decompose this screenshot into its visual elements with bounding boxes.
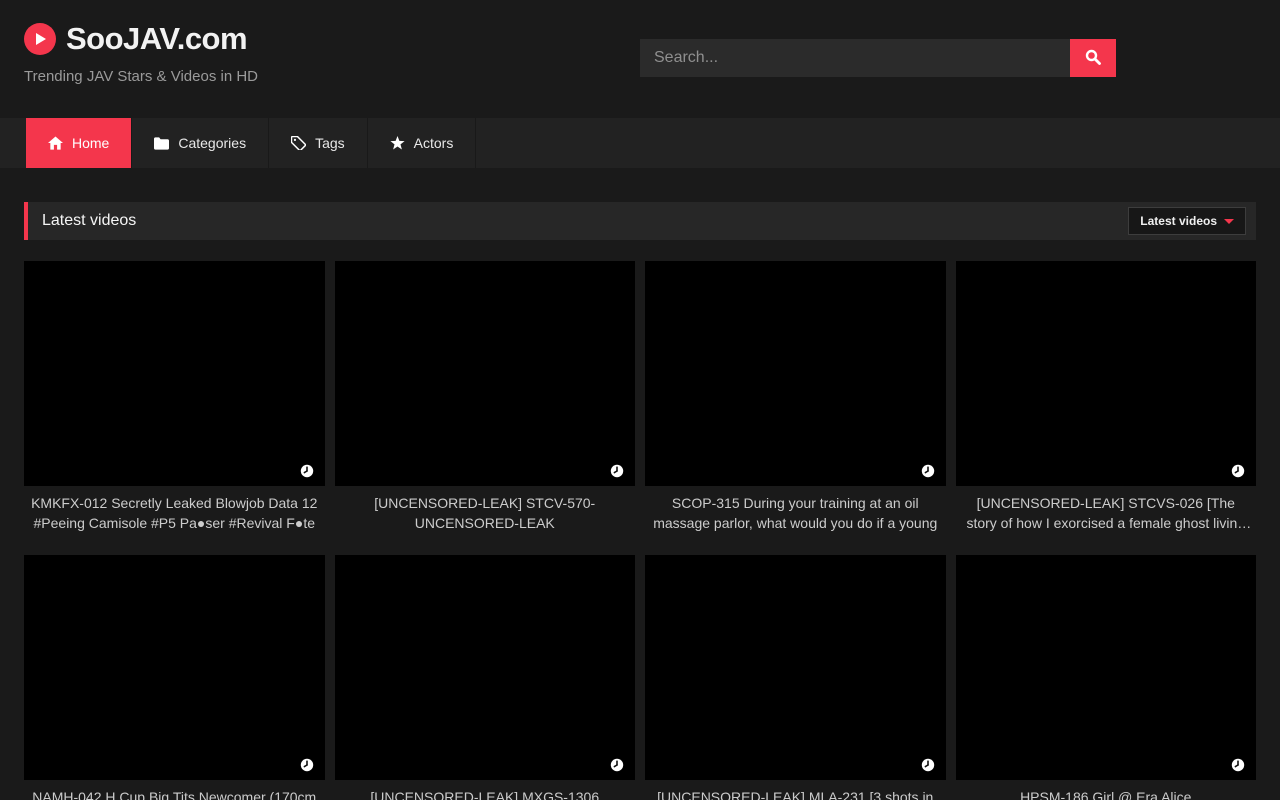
- site-tagline: Trending JAV Stars & Videos in HD: [24, 68, 258, 85]
- video-card: NAMH-042 H Cup Big Tits Newcomer (170cm …: [24, 555, 325, 800]
- nav-item-actors[interactable]: Actors: [368, 118, 477, 168]
- nav-item-label: Home: [72, 135, 109, 151]
- tag-icon: [291, 136, 306, 150]
- video-thumbnail[interactable]: [956, 261, 1257, 486]
- video-title[interactable]: HPSM-186 Girl @ Era Alice: [956, 787, 1257, 800]
- video-card: [UNCENSORED-LEAK] STCVS-026 [The story o…: [956, 261, 1257, 533]
- video-thumbnail[interactable]: [335, 555, 636, 780]
- clock-icon: [921, 464, 935, 478]
- search-icon: [1085, 49, 1101, 68]
- video-card: KMKFX-012 Secretly Leaked Blowjob Data 1…: [24, 261, 325, 533]
- video-title[interactable]: SCOP-315 During your training at an oil …: [645, 493, 946, 533]
- search-button[interactable]: [1070, 39, 1116, 77]
- clock-icon: [921, 758, 935, 772]
- site-logo-text: SooJAV.com: [66, 22, 247, 56]
- video-thumbnail[interactable]: [956, 555, 1257, 780]
- clock-icon: [1231, 464, 1245, 478]
- video-thumbnail[interactable]: [645, 261, 946, 486]
- brand: SooJAV.com Trending JAV Stars & Videos i…: [24, 22, 258, 85]
- nav-item-label: Tags: [315, 135, 345, 151]
- clock-icon: [610, 464, 624, 478]
- site-header: SooJAV.com Trending JAV Stars & Videos i…: [0, 0, 1280, 118]
- nav-item-label: Categories: [178, 135, 246, 151]
- section-header: Latest videos Latest videos: [24, 202, 1256, 240]
- video-title[interactable]: [UNCENSORED-LEAK] STCVS-026 [The story o…: [956, 493, 1257, 533]
- play-icon: [24, 23, 56, 55]
- sort-dropdown[interactable]: Latest videos: [1128, 207, 1246, 235]
- video-grid: KMKFX-012 Secretly Leaked Blowjob Data 1…: [24, 261, 1256, 800]
- video-thumbnail[interactable]: [24, 555, 325, 780]
- search-bar: [640, 39, 1116, 77]
- video-card: [UNCENSORED-LEAK] STCV-570-UNCENSORED-LE…: [335, 261, 636, 533]
- video-title[interactable]: NAMH-042 H Cup Big Tits Newcomer (170cm …: [24, 787, 325, 800]
- nav-item-categories[interactable]: Categories: [132, 118, 269, 168]
- nav-item-tags[interactable]: Tags: [269, 118, 368, 168]
- home-icon: [48, 136, 63, 150]
- video-card: SCOP-315 During your training at an oil …: [645, 261, 946, 533]
- video-card: HPSM-186 Girl @ Era Alice: [956, 555, 1257, 800]
- video-card: [UNCENSORED-LEAK] MXGS-1306 Absolutely: [335, 555, 636, 800]
- nav-item-label: Actors: [414, 135, 454, 151]
- main-content: Latest videos Latest videos KMKFX-012 Se…: [24, 202, 1256, 800]
- video-title[interactable]: [UNCENSORED-LEAK] MXGS-1306 Absolutely: [335, 787, 636, 800]
- chevron-down-icon: [1224, 219, 1234, 224]
- video-title[interactable]: [UNCENSORED-LEAK] MLA-231 [3 shots in: [645, 787, 946, 800]
- section-title: Latest videos: [42, 212, 136, 230]
- video-thumbnail[interactable]: [645, 555, 946, 780]
- search-input[interactable]: [640, 39, 1070, 77]
- video-card: [UNCENSORED-LEAK] MLA-231 [3 shots in: [645, 555, 946, 800]
- video-thumbnail[interactable]: [24, 261, 325, 486]
- video-title[interactable]: KMKFX-012 Secretly Leaked Blowjob Data 1…: [24, 493, 325, 533]
- sort-dropdown-label: Latest videos: [1140, 214, 1217, 228]
- clock-icon: [300, 464, 314, 478]
- folder-icon: [154, 137, 169, 150]
- nav-item-home[interactable]: Home: [26, 118, 132, 168]
- main-nav: Home Categories Tags Actors: [0, 118, 1280, 168]
- star-icon: [390, 136, 405, 150]
- clock-icon: [300, 758, 314, 772]
- video-thumbnail[interactable]: [335, 261, 636, 486]
- clock-icon: [610, 758, 624, 772]
- logo-link[interactable]: SooJAV.com: [24, 22, 258, 56]
- video-title[interactable]: [UNCENSORED-LEAK] STCV-570-UNCENSORED-LE…: [335, 493, 636, 533]
- clock-icon: [1231, 758, 1245, 772]
